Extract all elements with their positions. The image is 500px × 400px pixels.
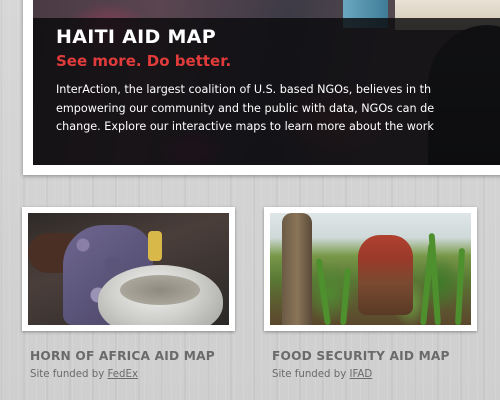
funder-link[interactable]: FedEx: [107, 369, 138, 380]
hero-description-line: InterAction, the largest coalition of U.…: [56, 83, 432, 96]
map-thumbnail-image: [28, 213, 229, 325]
hero-title[interactable]: HAITI AID MAP: [56, 26, 216, 48]
map-thumbnail-food-security[interactable]: [264, 207, 477, 331]
map-title-link[interactable]: HORN OF AFRICA AID MAP: [30, 349, 237, 363]
map-card-horn-of-africa: HORN OF AFRICA AID MAP Site funded by Fe…: [22, 207, 237, 380]
map-thumbnail-horn-of-africa[interactable]: [22, 207, 235, 331]
hero-tagline: See more. Do better.: [56, 52, 232, 70]
map-credit-prefix: Site funded by: [30, 369, 105, 380]
map-thumbnail-image: [270, 213, 471, 325]
map-credit: Site funded by FedEx: [30, 369, 237, 380]
funder-link[interactable]: IFAD: [349, 369, 372, 380]
map-credit: Site funded by IFAD: [272, 369, 479, 380]
hero-banner[interactable]: HAITI AID MAP See more. Do better. Inter…: [23, 0, 500, 175]
map-card-food-security: FOOD SECURITY AID MAP Site funded by IFA…: [264, 207, 479, 380]
hero-description-line: change. Explore our interactive maps to …: [56, 120, 434, 133]
map-title-link[interactable]: FOOD SECURITY AID MAP: [272, 349, 479, 363]
hero-description-line: empowering our community and the public …: [56, 101, 435, 115]
map-credit-prefix: Site funded by: [272, 369, 347, 380]
hero-description: InterAction, the largest coalition of U.…: [56, 81, 434, 137]
